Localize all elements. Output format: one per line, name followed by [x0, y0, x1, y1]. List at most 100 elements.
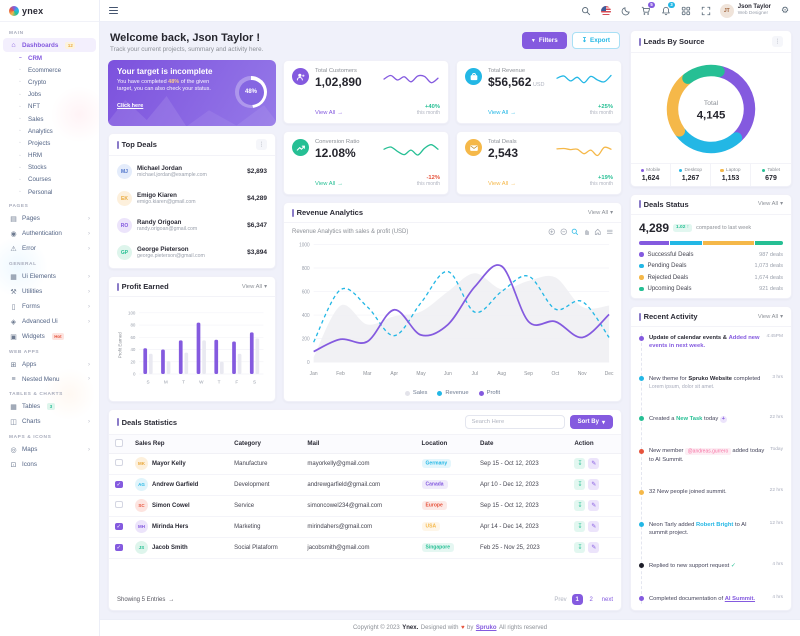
- sidebar-item-tables[interactable]: ▦ Tables 3: [3, 399, 96, 414]
- sidebar-item-dashboards[interactable]: ⌂ Dashboards 12: [3, 38, 96, 52]
- legend-item-profit[interactable]: Profit: [478, 390, 500, 396]
- column-header-sales-rep[interactable]: Sales Rep: [129, 435, 229, 454]
- activity-link[interactable]: New Task: [676, 416, 702, 422]
- sidebar-subitem-projects[interactable]: ◦ Projects: [0, 137, 99, 149]
- download-action-button[interactable]: ↧: [574, 521, 586, 532]
- row-checkbox[interactable]: ✓: [115, 543, 123, 552]
- top-deal-row[interactable]: RO Randy Origoan randy.origoan@gmail.com $6…: [109, 216, 275, 235]
- pagination-prev[interactable]: Prev: [554, 597, 566, 603]
- sidebar-subitem-personal[interactable]: ◦ Personal: [0, 186, 99, 198]
- sidebar-item-ui-elements[interactable]: ▦ Ui Elements ›: [3, 269, 96, 284]
- sidebar-item-widgets[interactable]: ▣ Widgets Hot: [3, 329, 96, 344]
- sidebar-subitem-courses[interactable]: ◦ Courses: [0, 174, 99, 186]
- analytics-view-all[interactable]: View All ▾: [588, 210, 613, 216]
- stat-view-all-link[interactable]: View All →: [315, 110, 376, 116]
- sidebar-subitem-ecommerce[interactable]: ◦ Ecommerce: [0, 64, 99, 76]
- sidebar-item-apps[interactable]: ⊞ Apps ›: [3, 357, 96, 372]
- card-options-icon[interactable]: ⋮: [256, 139, 267, 150]
- pagination-page-2[interactable]: 2: [586, 594, 597, 605]
- cart-icon[interactable]: 5: [640, 1, 655, 17]
- logo[interactable]: ynex: [0, 0, 99, 22]
- edit-action-button[interactable]: ✎: [588, 500, 600, 511]
- row-checkbox[interactable]: [115, 458, 123, 467]
- legend-item-sales[interactable]: Sales: [404, 390, 427, 396]
- row-checkbox[interactable]: [115, 500, 123, 509]
- column-header-date[interactable]: Date: [474, 435, 569, 454]
- legend-item-revenue[interactable]: Revenue: [437, 390, 469, 396]
- user-profile[interactable]: JT Json Taylor Web Designer: [719, 3, 771, 18]
- edit-action-button[interactable]: ✎: [588, 458, 600, 469]
- search-icon[interactable]: [580, 5, 592, 17]
- column-header-mail[interactable]: Mail: [301, 435, 416, 454]
- notifications-bell-icon[interactable]: 3: [660, 1, 675, 17]
- profit-view-all[interactable]: View All ▾: [242, 284, 267, 290]
- sidebar-item-charts[interactable]: ◫ Charts ›: [3, 414, 96, 429]
- select-all-checkbox[interactable]: [115, 439, 123, 447]
- activity-text: 32 New people joined summit.: [649, 488, 766, 496]
- column-header-location[interactable]: Location: [415, 435, 474, 454]
- download-action-button[interactable]: ↧: [574, 500, 586, 511]
- sort-by-button[interactable]: Sort By ▾: [569, 415, 613, 429]
- sidebar-item-nested-menu[interactable]: ≡ Nested Menu ›: [3, 372, 96, 386]
- top-deal-row[interactable]: MJ Michael Jordan michael.jordan@example.c…: [109, 162, 275, 181]
- reset-home-icon[interactable]: [594, 228, 602, 236]
- fullscreen-icon[interactable]: [700, 5, 712, 17]
- table-search-input[interactable]: [464, 415, 565, 429]
- sidebar-subitem-analytics[interactable]: ◦ Analytics: [0, 125, 99, 137]
- sidebar-item-utilities[interactable]: ⚒ Utilities ›: [3, 284, 96, 299]
- activity-link[interactable]: AI Summit.: [725, 596, 755, 602]
- sidebar-item-maps[interactable]: ◎ Maps ›: [3, 442, 96, 457]
- sidebar-subitem-hrm[interactable]: ◦ HRM: [0, 150, 99, 162]
- edit-action-button[interactable]: ✎: [588, 542, 600, 553]
- sidebar-item-icons[interactable]: ⊡ Icons: [3, 457, 96, 472]
- zoom-out-icon[interactable]: [560, 228, 568, 236]
- recent-activity-view-all[interactable]: View All ▾: [758, 314, 783, 320]
- sidebar-subitem-crypto[interactable]: ◦ Crypto: [0, 76, 99, 88]
- export-button[interactable]: ↧ Export: [571, 32, 620, 49]
- stat-view-all-link[interactable]: View All →: [488, 181, 549, 187]
- lead-source-desktop: Desktop 1,267: [671, 164, 711, 186]
- target-click-here-link[interactable]: Click here: [117, 103, 143, 109]
- stat-view-all-link[interactable]: View All →: [315, 181, 376, 187]
- selection-zoom-icon[interactable]: [571, 228, 579, 236]
- row-checkbox[interactable]: ✓: [115, 522, 123, 531]
- sidebar-subitem-stocks[interactable]: ◦ Stocks: [0, 162, 99, 174]
- sidebar-subitem-crm[interactable]: – CRM: [0, 52, 99, 64]
- sidebar-item-advanced-ui[interactable]: ◈ Advanced Ui ›: [3, 314, 96, 329]
- zoom-in-icon[interactable]: [548, 228, 556, 236]
- row-checkbox[interactable]: ✓: [115, 480, 123, 489]
- sidebar-item-forms[interactable]: ▯ Forms ›: [3, 299, 96, 314]
- deals-status-view-all[interactable]: View All ▾: [758, 201, 783, 207]
- menu-toggle-icon[interactable]: [109, 7, 118, 14]
- plus-icon[interactable]: +: [719, 416, 727, 424]
- pan-icon[interactable]: [583, 228, 591, 236]
- stat-view-all-link[interactable]: View All →: [488, 110, 549, 116]
- footer-vendor-link[interactable]: Spruko: [476, 625, 497, 631]
- chart-menu-icon[interactable]: [606, 228, 614, 236]
- sidebar-subitem-nft[interactable]: ◦ NFT: [0, 101, 99, 113]
- top-deal-row[interactable]: GP George Pieterson george.pieterson@gmail…: [109, 243, 275, 262]
- top-deal-row[interactable]: EK Emigo Kiaren emigo.kiaren@gmail.com $4,2…: [109, 189, 275, 208]
- sidebar-subitem-sales[interactable]: ◦ Sales: [0, 113, 99, 125]
- sidebar-subitem-jobs[interactable]: ◦ Jobs: [0, 89, 99, 101]
- dark-mode-icon[interactable]: [620, 5, 632, 17]
- column-header-action[interactable]: Action: [568, 435, 621, 454]
- card-options-icon[interactable]: ⋮: [772, 36, 783, 47]
- activity-text-part: 32 New people joined summit.: [649, 489, 727, 496]
- sidebar-item-error[interactable]: ⚠ Error ›: [3, 241, 96, 256]
- column-header-category[interactable]: Category: [228, 435, 302, 454]
- sidebar-item-pages[interactable]: ▤ Pages ›: [3, 211, 96, 226]
- filters-button[interactable]: ▼ Filters: [521, 32, 567, 49]
- activity-link[interactable]: Robert Bright: [696, 522, 733, 528]
- download-action-button[interactable]: ↧: [574, 479, 586, 490]
- download-action-button[interactable]: ↧: [574, 542, 586, 553]
- settings-gear-icon[interactable]: ⚙: [779, 5, 791, 17]
- sidebar-item-authentication[interactable]: ◉ Authentication ›: [3, 226, 96, 241]
- apps-grid-icon[interactable]: [680, 5, 692, 17]
- edit-action-button[interactable]: ✎: [588, 479, 600, 490]
- pagination-page-1[interactable]: 1: [571, 594, 583, 605]
- pagination-next[interactable]: next: [602, 597, 613, 603]
- edit-action-button[interactable]: ✎: [588, 521, 600, 532]
- language-flag-icon[interactable]: [600, 5, 612, 17]
- download-action-button[interactable]: ↧: [574, 458, 586, 469]
